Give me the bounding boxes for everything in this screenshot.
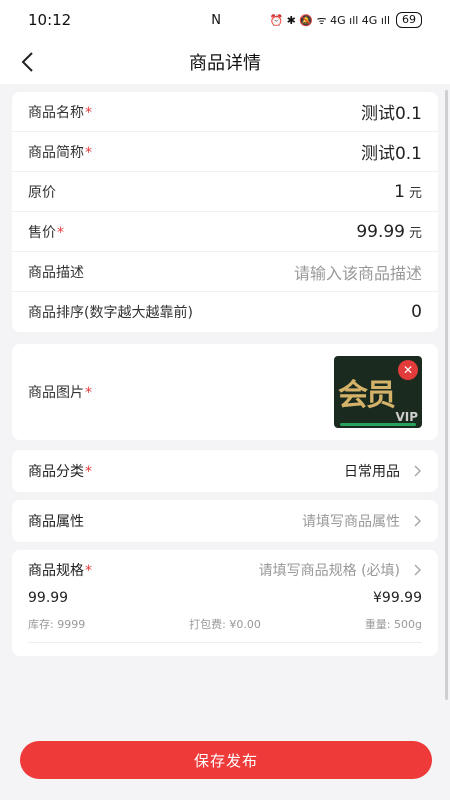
product-name-row[interactable]: 商品名称* 测试0.1 — [12, 92, 438, 132]
description-input[interactable]: 请输入该商品描述 — [294, 260, 422, 284]
spec-card: 商品规格* 请填写商品规格 (必填) 99.99 ¥99.99 库存: 9999… — [12, 550, 438, 656]
thumb-vip: VIP — [395, 410, 418, 424]
spec-row[interactable]: 商品规格* 请填写商品规格 (必填) — [28, 550, 422, 590]
nfc-icon: N — [211, 12, 221, 28]
product-short-input[interactable]: 测试0.1 — [361, 139, 422, 164]
product-image-thumbnail[interactable]: 会员 VIP ✕ — [334, 356, 422, 428]
product-short-label: 商品简称* — [28, 144, 92, 161]
basic-info-card: 商品名称* 测试0.1 商品简称* 测试0.1 原价 1 元 售价* 99.99… — [12, 92, 438, 332]
category-value: 日常用品 — [344, 464, 400, 480]
image-card: 商品图片* 会员 VIP ✕ — [12, 344, 438, 440]
required-mark: * — [85, 144, 92, 161]
status-icons: ⏰ ✱ 🔕 ᯤ 4G ıll 4G ıll 69 — [269, 12, 422, 28]
original-price-input[interactable]: 1 — [394, 182, 405, 202]
description-label: 商品描述 — [28, 264, 84, 281]
chevron-right-icon — [414, 465, 422, 477]
page-title: 商品详情 — [189, 53, 261, 74]
spec-weight: 重量: 500g — [364, 618, 422, 631]
spec-details: 库存: 9999 打包费: ¥0.00 重量: 500g — [28, 616, 422, 643]
spec-placeholder: 请填写商品规格 (必填) — [258, 563, 400, 579]
attribute-row[interactable]: 商品属性 请填写商品属性 — [12, 500, 438, 542]
status-indicators: ⏰ ✱ 🔕 ᯤ 4G ıll 4G ıll — [269, 13, 390, 27]
category-label: 商品分类* — [28, 464, 92, 480]
spec-name: 99.99 — [28, 590, 69, 606]
image-label: 商品图片* — [28, 385, 92, 401]
required-mark: * — [85, 104, 92, 121]
delete-image-icon[interactable]: ✕ — [398, 360, 418, 380]
thumb-bar — [340, 423, 416, 426]
product-short-row[interactable]: 商品简称* 测试0.1 — [12, 132, 438, 172]
save-publish-button[interactable]: 保存发布 — [20, 741, 432, 779]
status-bar: 10:12 N ⏰ ✱ 🔕 ᯤ 4G ıll 4G ıll 69 — [0, 0, 450, 40]
required-mark: * — [57, 224, 64, 241]
original-price-label: 原价 — [28, 184, 56, 201]
sort-input[interactable]: 0 — [411, 302, 422, 322]
sale-price-row[interactable]: 售价* 99.99 元 — [12, 212, 438, 252]
category-card[interactable]: 商品分类* 日常用品 — [12, 450, 438, 492]
spec-label: 商品规格* — [28, 563, 92, 579]
product-name-input[interactable]: 测试0.1 — [361, 99, 422, 124]
battery-icon: 69 — [396, 12, 422, 28]
description-row[interactable]: 商品描述 请输入该商品描述 — [12, 252, 438, 292]
chevron-right-icon — [414, 515, 422, 527]
sale-price-input[interactable]: 99.99 — [356, 222, 405, 242]
product-name-label: 商品名称* — [28, 104, 92, 121]
nav-bar: 商品详情 — [0, 40, 450, 84]
sort-row[interactable]: 商品排序(数字越大越靠前) 0 — [12, 292, 438, 332]
thumb-text: 会员 — [338, 378, 396, 413]
spec-price: ¥99.99 — [373, 590, 422, 606]
spec-stock: 库存: 9999 — [28, 618, 86, 631]
scrollbar[interactable] — [445, 90, 448, 700]
required-mark: * — [85, 385, 92, 401]
chevron-right-icon — [414, 564, 422, 576]
required-mark: * — [85, 464, 92, 480]
spec-item[interactable]: 99.99 ¥99.99 — [28, 590, 422, 606]
sale-price-label: 售价* — [28, 224, 64, 241]
category-row[interactable]: 商品分类* 日常用品 — [12, 450, 438, 492]
status-time: 10:12 — [28, 11, 72, 29]
attribute-value: 请填写商品属性 — [302, 514, 400, 530]
back-arrow-icon[interactable] — [16, 48, 40, 76]
original-price-unit: 元 — [408, 186, 422, 201]
sort-label: 商品排序(数字越大越靠前) — [28, 305, 193, 321]
original-price-row[interactable]: 原价 1 元 — [12, 172, 438, 212]
attribute-label: 商品属性 — [28, 514, 84, 530]
attribute-card[interactable]: 商品属性 请填写商品属性 — [12, 500, 438, 542]
required-mark: * — [85, 563, 92, 579]
sale-price-unit: 元 — [408, 226, 422, 241]
spec-pack-fee: 打包费: ¥0.00 — [189, 618, 261, 631]
